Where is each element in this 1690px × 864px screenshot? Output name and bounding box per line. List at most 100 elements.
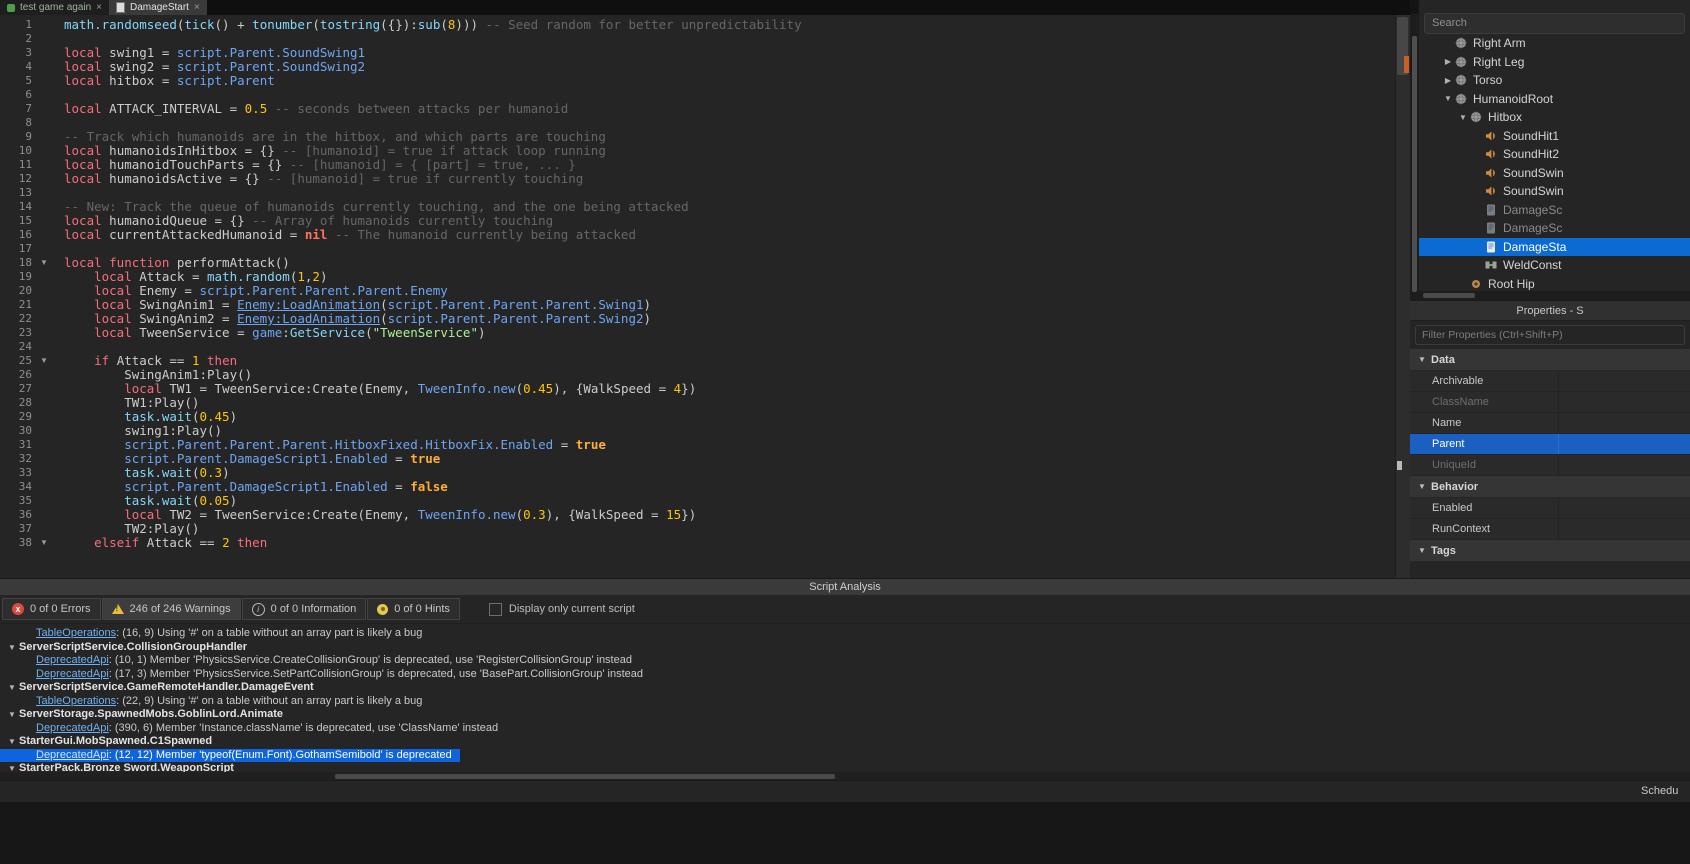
explorer-vertical-scrollbar[interactable]	[1410, 14, 1419, 300]
expand-arrow-icon[interactable]: ▼	[1457, 113, 1469, 122]
code-line[interactable]: 11local humanoidTouchParts = {} -- [huma…	[0, 158, 1396, 172]
code-line[interactable]: 4local swing2 = script.Parent.SoundSwing…	[0, 60, 1396, 74]
close-icon[interactable]	[194, 3, 200, 13]
code-line[interactable]: 2	[0, 32, 1396, 46]
chevron-down-icon[interactable]: ▼	[8, 708, 19, 722]
explorer-item[interactable]: Right Arm	[1419, 34, 1690, 53]
code-line[interactable]: 33 task.wait(0.3)	[0, 466, 1396, 480]
scrollbar-thumb[interactable]	[335, 774, 835, 779]
fold-arrow-icon[interactable]: ▼	[32, 354, 56, 368]
document-tab[interactable]: DamageStart	[109, 0, 207, 15]
code-line[interactable]: 34 script.Parent.DamageScript1.Enabled =…	[0, 480, 1396, 494]
code-line[interactable]: 38▼ elseif Attack == 2 then	[0, 536, 1396, 550]
code-line[interactable]: 26 SwingAnim1:Play()	[0, 368, 1396, 382]
code-line[interactable]: 12local humanoidsActive = {} -- [humanoi…	[0, 172, 1396, 186]
analysis-warning-row[interactable]: DeprecatedApi: (12, 12) Member 'typeof(E…	[0, 749, 460, 763]
analysis-rule-link[interactable]: DeprecatedApi	[36, 668, 109, 680]
explorer-item[interactable]: ▼HumanoidRoot	[1419, 90, 1690, 109]
code-line[interactable]: 14-- New: Track the queue of humanoids c…	[0, 200, 1396, 214]
code-line[interactable]: 29 task.wait(0.45)	[0, 410, 1396, 424]
property-row[interactable]: UniqueId	[1410, 455, 1690, 476]
explorer-item[interactable]: ▶Right Leg	[1419, 53, 1690, 72]
analysis-group-row[interactable]: ▼ServerScriptService.CollisionGroupHandl…	[0, 641, 1690, 655]
property-row[interactable]: RunContext	[1410, 519, 1690, 540]
code-line[interactable]: 32 script.Parent.DamageScript1.Enabled =…	[0, 452, 1396, 466]
code-line[interactable]: 28 TW1:Play()	[0, 396, 1396, 410]
code-line[interactable]: 10local humanoidsInHitbox = {} -- [human…	[0, 144, 1396, 158]
explorer-item[interactable]: WeldConst	[1419, 256, 1690, 275]
code-line[interactable]: 1math.randomseed(tick() + tonumber(tostr…	[0, 18, 1396, 32]
close-icon[interactable]	[96, 3, 102, 13]
expand-arrow-icon[interactable]: ▼	[1442, 94, 1454, 103]
analysis-warning-row[interactable]: DeprecatedApi: (17, 3) Member 'PhysicsSe…	[0, 668, 1690, 682]
code-line[interactable]: 13	[0, 186, 1396, 200]
code-line[interactable]: 15local humanoidQueue = {} -- Array of h…	[0, 214, 1396, 228]
code-line[interactable]: 23 local TweenService = game:GetService(…	[0, 326, 1396, 340]
code-line[interactable]: 16local currentAttackedHumanoid = nil --…	[0, 228, 1396, 242]
properties-filter-input[interactable]: Filter Properties (Ctrl+Shift+P)	[1415, 325, 1685, 345]
analysis-rule-link[interactable]: DeprecatedApi	[36, 722, 109, 734]
code-line[interactable]: 36 local TW2 = TweenService:Create(Enemy…	[0, 508, 1396, 522]
property-row[interactable]: ClassName	[1410, 392, 1690, 413]
checkbox[interactable]	[489, 603, 502, 616]
code-line[interactable]: 37 TW2:Play()	[0, 522, 1396, 536]
expand-arrow-icon[interactable]: ▶	[1442, 57, 1454, 66]
fold-arrow-icon[interactable]: ▼	[32, 536, 56, 550]
code-line[interactable]: 6	[0, 88, 1396, 102]
code-line[interactable]: 30 swing1:Play()	[0, 424, 1396, 438]
chevron-down-icon[interactable]: ▼	[8, 735, 19, 749]
explorer-search-input[interactable]: Search	[1424, 13, 1685, 34]
code-line[interactable]: 20 local Enemy = script.Parent.Parent.Pa…	[0, 284, 1396, 298]
code-line[interactable]: 9-- Track which humanoids are in the hit…	[0, 130, 1396, 144]
hint-filter-button[interactable]: 0 of 0 Hints	[367, 598, 460, 620]
warning-filter-button[interactable]: 246 of 246 Warnings	[102, 598, 241, 620]
property-section-header[interactable]: ▼Data	[1410, 349, 1690, 371]
property-row[interactable]: Enabled	[1410, 498, 1690, 519]
code-line[interactable]: 27 local TW1 = TweenService:Create(Enemy…	[0, 382, 1396, 396]
code-line[interactable]: 22 local SwingAnim2 = Enemy:LoadAnimatio…	[0, 312, 1396, 326]
fold-arrow-icon[interactable]: ▼	[32, 256, 56, 270]
document-tab[interactable]: test game again	[0, 0, 109, 15]
code-line[interactable]: 8	[0, 116, 1396, 130]
code-line[interactable]: 18▼local function performAttack()	[0, 256, 1396, 270]
code-line[interactable]: 24	[0, 340, 1396, 354]
analysis-group-row[interactable]: ▼ServerStorage.SpawnedMobs.GoblinLord.An…	[0, 708, 1690, 722]
explorer-item[interactable]: Root Hip	[1419, 275, 1690, 291]
code-line[interactable]: 3local swing1 = script.Parent.SoundSwing…	[0, 46, 1396, 60]
analysis-group-row[interactable]: ▼StarterGui.MobSpawned.C1Spawned	[0, 735, 1690, 749]
code-line[interactable]: 19 local Attack = math.random(1,2)	[0, 270, 1396, 284]
expand-arrow-icon[interactable]: ▶	[1442, 76, 1454, 85]
explorer-item[interactable]: DamageSc	[1419, 219, 1690, 238]
code-line[interactable]: 7local ATTACK_INTERVAL = 0.5 -- seconds …	[0, 102, 1396, 116]
analysis-warning-row[interactable]: TableOperations: (16, 9) Using '#' on a …	[0, 627, 1690, 641]
code-line[interactable]: 5local hitbox = script.Parent	[0, 74, 1396, 88]
analysis-group-row[interactable]: ▼ServerScriptService.GameRemoteHandler.D…	[0, 681, 1690, 695]
explorer-horizontal-scrollbar[interactable]	[1419, 291, 1690, 300]
analysis-rule-link[interactable]: TableOperations	[36, 627, 116, 639]
explorer-item[interactable]: SoundHit1	[1419, 127, 1690, 146]
info-filter-button[interactable]: 0 of 0 Information	[242, 598, 367, 620]
explorer-item[interactable]: SoundSwin	[1419, 182, 1690, 201]
property-section-header[interactable]: ▼Behavior	[1410, 476, 1690, 498]
explorer-item[interactable]: DamageSc	[1419, 201, 1690, 220]
script-editor[interactable]: 1math.randomseed(tick() + tonumber(tostr…	[0, 15, 1410, 578]
explorer-item[interactable]: SoundHit2	[1419, 145, 1690, 164]
chevron-down-icon[interactable]: ▼	[8, 681, 19, 695]
analysis-warning-row[interactable]: TableOperations: (22, 9) Using '#' on a …	[0, 695, 1690, 709]
error-filter-button[interactable]: 0 of 0 Errors	[2, 598, 101, 620]
analysis-warning-row[interactable]: DeprecatedApi: (10, 1) Member 'PhysicsSe…	[0, 654, 1690, 668]
analysis-warning-row[interactable]: DeprecatedApi: (390, 6) Member 'Instance…	[0, 722, 1690, 736]
explorer-item[interactable]: SoundSwin	[1419, 164, 1690, 183]
property-row[interactable]: Parent	[1410, 434, 1690, 455]
code-line[interactable]: 21 local SwingAnim1 = Enemy:LoadAnimatio…	[0, 298, 1396, 312]
analysis-rule-link[interactable]: DeprecatedApi	[36, 654, 109, 666]
property-row[interactable]: Archivable	[1410, 371, 1690, 392]
code-line[interactable]: 17	[0, 242, 1396, 256]
chevron-down-icon[interactable]: ▼	[8, 641, 19, 655]
property-section-header[interactable]: ▼Tags	[1410, 540, 1690, 562]
code-line[interactable]: 35 task.wait(0.05)	[0, 494, 1396, 508]
code-line[interactable]: 31 script.Parent.Parent.Parent.HitboxFix…	[0, 438, 1396, 452]
analysis-rule-link[interactable]: TableOperations	[36, 695, 116, 707]
code-line[interactable]: 25▼ if Attack == 1 then	[0, 354, 1396, 368]
editor-vertical-scrollbar[interactable]	[1395, 15, 1410, 578]
